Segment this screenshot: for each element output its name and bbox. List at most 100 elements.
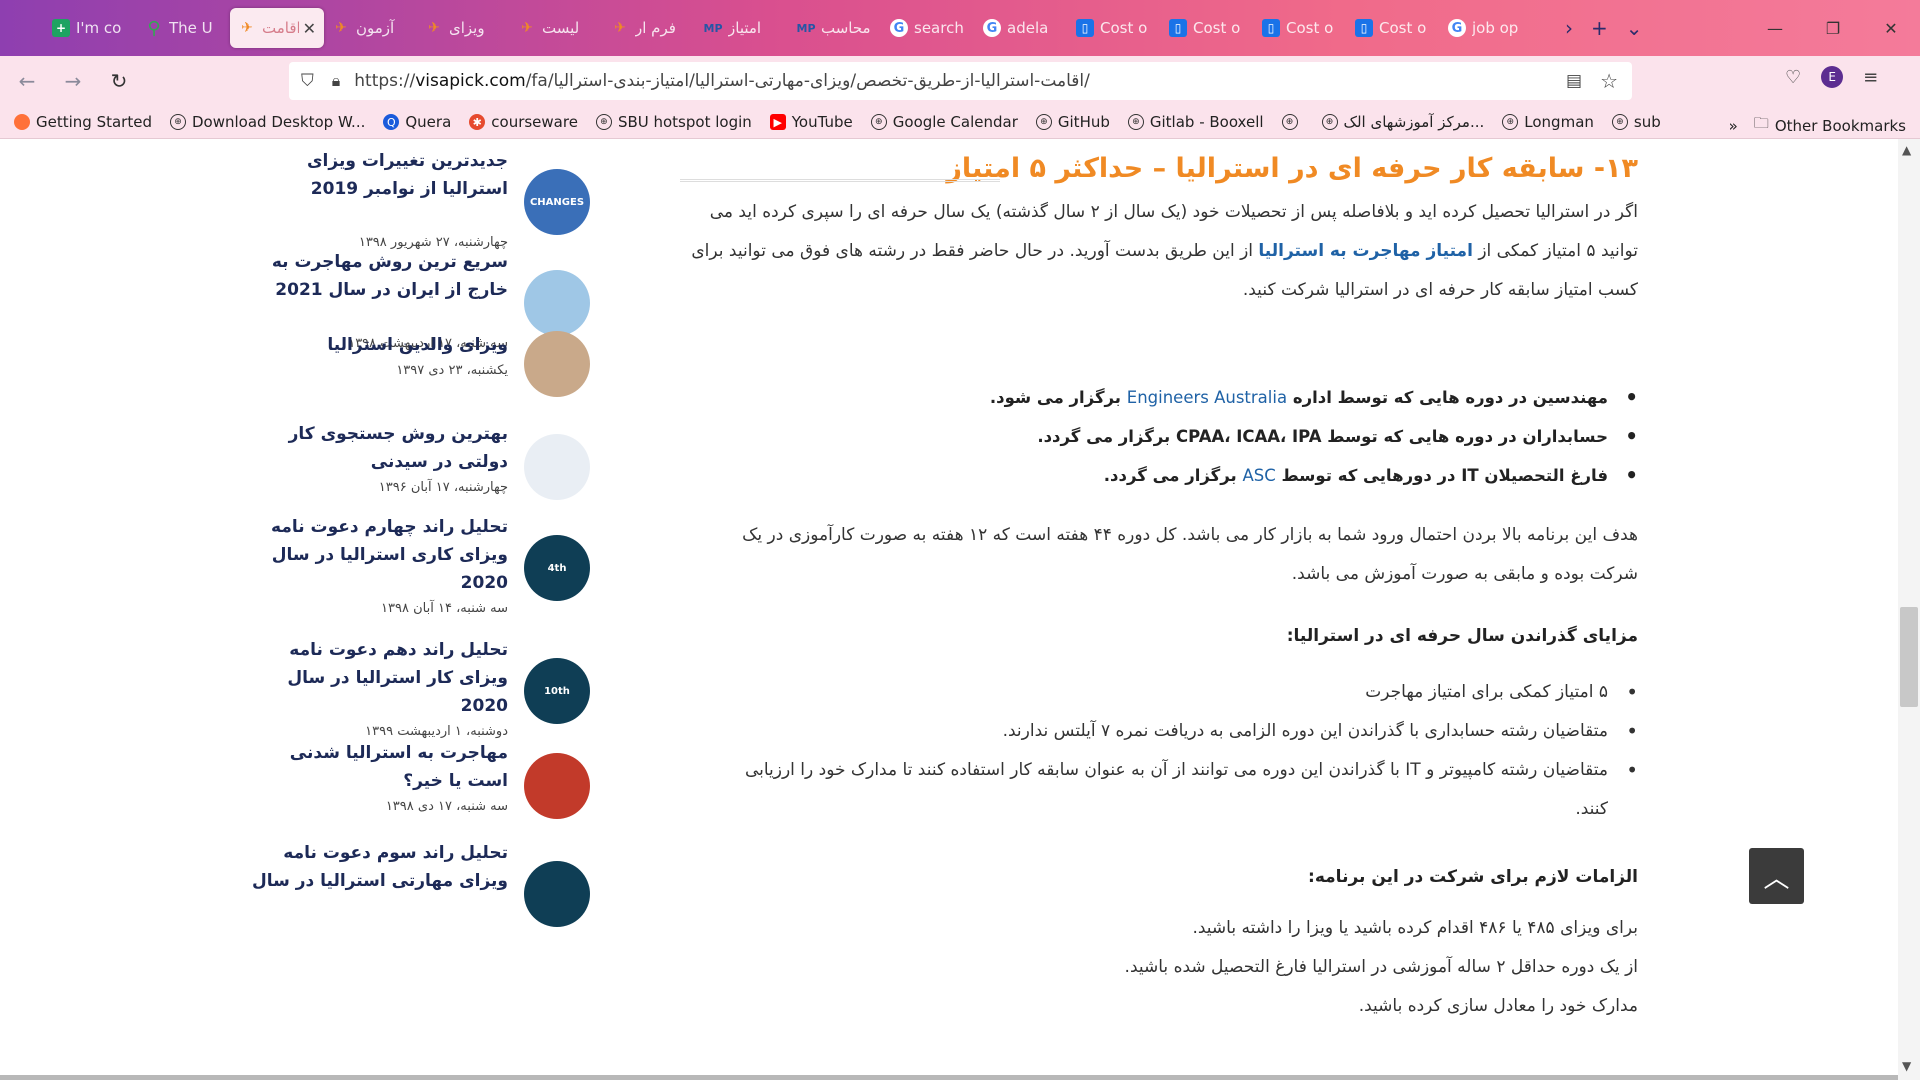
post-thumbnail[interactable] — [524, 434, 590, 500]
visapick-icon: ✈ — [521, 20, 533, 36]
quera-icon: Q — [383, 114, 400, 130]
bookmark-4[interactable]: ⊕ SBU hotspot login — [595, 113, 752, 131]
professional-bullet: حسابداران در دوره هایی که توسط CPAA، ICA… — [990, 417, 1638, 456]
bookmark-9[interactable]: ⊕ — [1281, 114, 1304, 130]
google-icon: G — [983, 19, 1001, 37]
benefits-list: ۵ امتیاز کمکی برای امتیاز مهاجرت متقاضیان… — [745, 673, 1638, 829]
navigation-toolbar: ← → ↻ ⛉ 🔒︎ https://visapick.com/fa/اقامت… — [0, 56, 1920, 107]
tracking-protection-icon[interactable]: ⛉ — [301, 71, 314, 91]
reload-icon[interactable]: ↻ — [104, 66, 134, 96]
bookmark-1[interactable]: ⊕ Download Desktop W... — [169, 113, 365, 131]
visapick-icon: ✈ — [241, 20, 253, 36]
bookmark-label: Quera — [405, 113, 452, 131]
menu-icon[interactable]: ≡ — [1863, 67, 1878, 88]
close-window-icon[interactable]: ✕ — [1862, 19, 1920, 38]
post-thumbnail[interactable] — [524, 270, 590, 336]
bookmark-10[interactable]: ⊕ مرکز آموزشهای الک... — [1321, 113, 1484, 131]
bookmark-7[interactable]: ⊕ GitHub — [1035, 113, 1110, 131]
bookmark-3[interactable]: ✱ courseware — [469, 113, 578, 131]
post-thumbnail[interactable]: 4th — [524, 535, 590, 601]
tab-strip: + I'm co ⚲ The U ✈ اقامت ✕ ✈ آزمون ✈ ویزای ✈ لیست ✈ فر… — [0, 0, 1920, 56]
bookmark-2[interactable]: Q Quera — [383, 113, 451, 131]
bookmark-11[interactable]: ⊕ Longman — [1502, 113, 1594, 131]
section-heading: ۱۳- سابقه کار حرفه ای در استرالیا – حداک… — [946, 153, 1638, 184]
post-thumbnail[interactable] — [524, 861, 590, 927]
account-avatar[interactable]: E — [1821, 66, 1844, 88]
scroll-to-top-button[interactable]: ︿ — [1749, 848, 1804, 904]
globe-icon: ⊕ — [1127, 114, 1144, 130]
benefit-item: متقاضیان رشته کامپیوتر و IT با گذراندن ا… — [745, 751, 1638, 790]
cost-icon: ▯ — [1076, 19, 1094, 37]
url-bar[interactable]: ⛉ 🔒︎ https://visapick.com/fa/اقامت-استرا… — [289, 62, 1632, 100]
globe-icon: ⊕ — [1321, 114, 1338, 130]
other-bookmarks[interactable]: 🗀 Other Bookmarks — [1754, 113, 1906, 138]
benefit-item: ۵ امتیاز کمکی برای امتیاز مهاجرت — [745, 673, 1638, 712]
post-title[interactable]: سریع ترین روش مهاجرت به خارج از ایران در… — [248, 248, 508, 304]
more-bookmarks-icon[interactable]: » — [1729, 117, 1738, 135]
tab-0[interactable]: + I'm co — [44, 8, 137, 48]
professional-bullet: مهندسین در دوره هایی که توسط اداره Engin… — [990, 378, 1638, 417]
tab-5[interactable]: ✈ لیست — [510, 8, 603, 48]
tab-2[interactable]: ✈ اقامت ✕ — [230, 8, 324, 48]
pocket-icon[interactable]: ♡ — [1785, 67, 1801, 88]
vertical-scrollbar[interactable]: ▲ ▼ — [1898, 139, 1920, 1080]
bookmark-star-icon[interactable]: ☆ — [1600, 69, 1618, 93]
restore-icon[interactable]: ❐ — [1804, 19, 1862, 38]
post-title[interactable]: بهترین روش جستجوی کار دولتی در سیدنی — [248, 420, 508, 476]
bookmark-label: courseware — [491, 113, 578, 131]
scroll-down-arrow-icon[interactable]: ▼ — [1902, 1059, 1911, 1073]
bookmark-6[interactable]: ⊕ Google Calendar — [870, 113, 1018, 131]
lock-icon[interactable]: 🔒︎ — [332, 71, 341, 91]
bookmark-12[interactable]: ⊕ sub — [1611, 113, 1661, 131]
post-title[interactable]: مهاجرت به استرالیا شدنی است یا خیر؟ — [248, 739, 508, 795]
immigration-points-link[interactable]: امتیاز مهاجرت به استرالیا — [1258, 241, 1472, 261]
thumbnail-caption: 4th — [547, 562, 567, 574]
reader-view-icon[interactable]: ▤ — [1566, 71, 1582, 91]
paragraph-1: اگر در استرالیا تحصیل کرده اید و بلافاصل… — [691, 202, 1638, 300]
tab-7[interactable]: MP امتیاز — [696, 8, 789, 48]
tab-label: آزمون — [356, 19, 395, 37]
forward-icon[interactable]: → — [58, 66, 88, 96]
bookmark-0[interactable]: Getting Started — [14, 113, 152, 131]
back-icon[interactable]: ← — [12, 66, 42, 96]
tab-9[interactable]: Gsearch — [882, 8, 975, 48]
tab-10[interactable]: Gadela — [975, 8, 1068, 48]
scrollbar-thumb[interactable] — [1900, 607, 1918, 707]
tab-14[interactable]: ▯ Cost o — [1347, 8, 1440, 48]
professional-bullet: فارغ التحصیلان IT در دورهایی که توسط ASC… — [990, 456, 1638, 495]
bookmark-5[interactable]: ▶ YouTube — [769, 113, 853, 131]
post-title[interactable]: تحلیل راند دهم دعوت نامه ویزای کار استرا… — [248, 636, 508, 720]
list-all-tabs-icon[interactable]: ⌄ — [1626, 16, 1643, 40]
post-title[interactable]: جدیدترین تغییرات ویزای استرالیا از نوامب… — [248, 147, 508, 203]
cost-icon: ▯ — [1169, 19, 1187, 37]
close-tab-icon[interactable]: ✕ — [303, 19, 316, 38]
tab-label: job op — [1472, 19, 1519, 37]
scroll-up-arrow-icon[interactable]: ▲ — [1902, 143, 1911, 157]
bookmark-8[interactable]: ⊕ Gitlab - Booxell — [1127, 113, 1264, 131]
tab-1[interactable]: ⚲ The U — [137, 8, 230, 48]
org-link[interactable]: ASC — [1242, 466, 1275, 485]
post-title[interactable]: تحلیل راند چهارم دعوت نامه ویزای کاری اس… — [248, 513, 508, 597]
org-link[interactable]: Engineers Australia — [1127, 388, 1287, 407]
tab-6[interactable]: ✈ فرم ار — [603, 8, 696, 48]
post-title[interactable]: تحلیل راند سوم دعوت نامه ویزای مهارتی اس… — [248, 839, 508, 895]
minimize-icon[interactable]: — — [1746, 19, 1804, 38]
tab-15[interactable]: Gjob op — [1440, 8, 1533, 48]
requirements-heading: الزامات لازم برای شرکت در این برنامه: — [1308, 867, 1638, 887]
tab-scroll-right-icon[interactable]: › — [1565, 16, 1573, 40]
tab-13[interactable]: ▯ Cost o — [1254, 8, 1347, 48]
post-thumbnail[interactable]: 10th — [524, 658, 590, 724]
horizontal-scrollbar[interactable] — [0, 1075, 1898, 1080]
new-tab-icon[interactable]: + — [1591, 16, 1608, 40]
tab-3[interactable]: ✈ آزمون — [324, 8, 417, 48]
tab-12[interactable]: ▯ Cost o — [1161, 8, 1254, 48]
post-title[interactable]: ویزای والدین استرالیا — [248, 331, 508, 359]
thumbnail-caption — [524, 753, 590, 819]
post-thumbnail[interactable]: CHANGES — [524, 169, 590, 235]
url-text[interactable]: https://visapick.com/fa/اقامت-استرالیا-ا… — [354, 71, 1494, 91]
tab-11[interactable]: ▯ Cost o — [1068, 8, 1161, 48]
post-thumbnail[interactable] — [524, 753, 590, 819]
tab-4[interactable]: ✈ ویزای — [417, 8, 510, 48]
post-thumbnail[interactable] — [524, 331, 590, 397]
tab-8[interactable]: MP محاسب — [789, 8, 882, 48]
